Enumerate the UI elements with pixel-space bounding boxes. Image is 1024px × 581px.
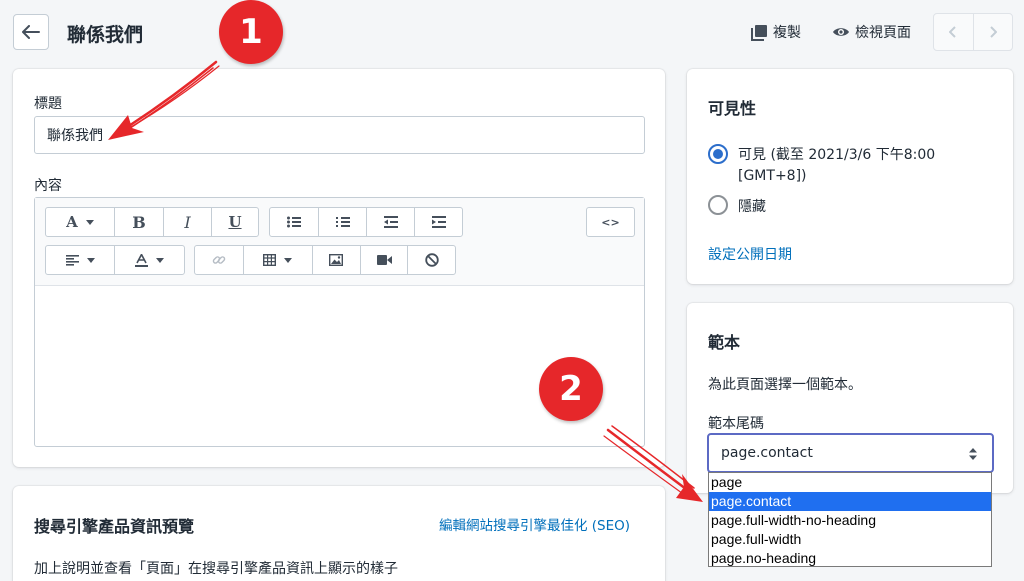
annotation-arrow-2 (603, 425, 695, 497)
annotation-arrow-1 (116, 60, 220, 135)
annotation-badge-2: 2 (539, 357, 603, 421)
annotation-arrowhead-2 (676, 474, 703, 502)
annotation-badge-1: 1 (219, 0, 283, 64)
annotation-arrows (108, 60, 703, 502)
